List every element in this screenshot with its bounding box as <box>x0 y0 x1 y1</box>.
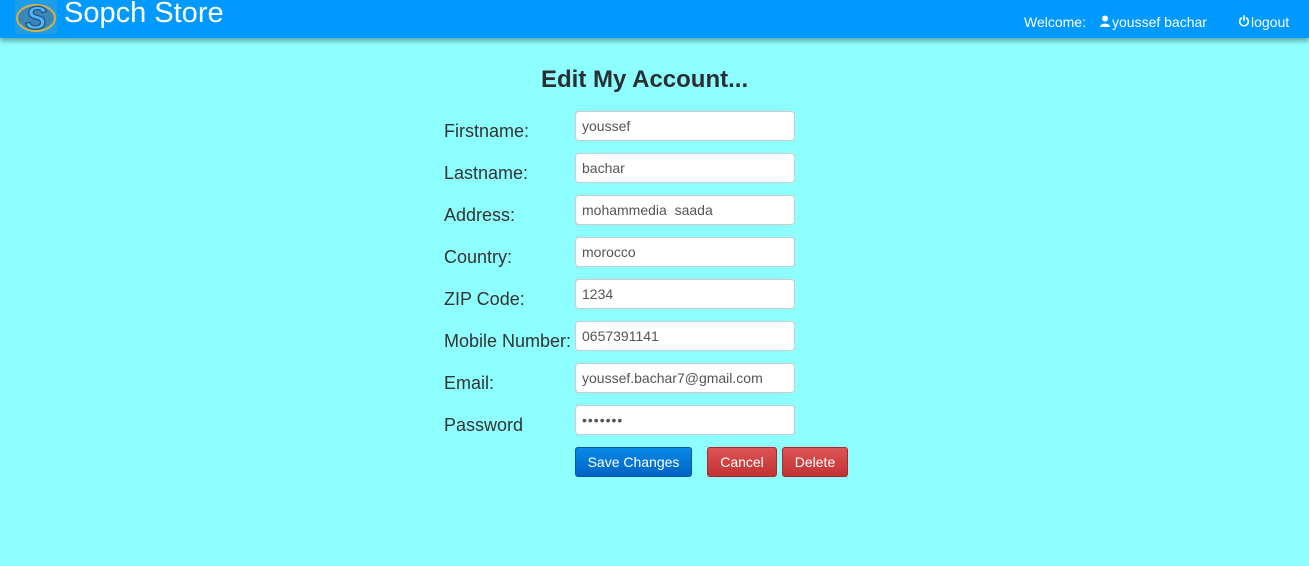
save-changes-button[interactable]: Save Changes <box>575 447 692 477</box>
page-title: Edit My Account... <box>541 66 749 93</box>
address-input[interactable]: mohammedia saada <box>575 195 795 225</box>
zip-code-label: ZIP Code: <box>444 289 525 309</box>
mobile-number-input[interactable]: 0657391141 <box>575 321 795 351</box>
user-profile-link[interactable]: youssef bachar <box>1099 14 1207 30</box>
power-icon <box>1238 14 1251 30</box>
user-icon <box>1099 14 1112 30</box>
sopch-logo-icon[interactable]: S <box>15 0 57 37</box>
email-label: Email: <box>444 373 495 393</box>
address-label: Address: <box>444 205 516 225</box>
top-navbar: S Sopch Store Welcome: youssef bachar lo… <box>0 0 1309 38</box>
user-name: youssef bachar <box>1112 14 1207 30</box>
password-label: Password <box>444 415 524 435</box>
password-input[interactable]: ••••••• <box>575 405 795 435</box>
svg-text:S: S <box>25 0 47 34</box>
firstname-input[interactable]: youssef <box>575 111 795 141</box>
logout-link[interactable]: logout <box>1238 14 1289 30</box>
delete-button[interactable]: Delete <box>782 447 848 477</box>
mobile-number-label: Mobile Number: <box>444 331 572 351</box>
country-input[interactable]: morocco <box>575 237 795 267</box>
brand-title[interactable]: Sopch Store <box>64 0 224 29</box>
email-input[interactable]: youssef.bachar7@gmail.com <box>575 363 795 393</box>
country-label: Country: <box>444 247 513 267</box>
lastname-input[interactable]: bachar <box>575 153 795 183</box>
lastname-label: Lastname: <box>444 163 529 183</box>
cancel-button[interactable]: Cancel <box>707 447 777 477</box>
zip-code-input[interactable]: 1234 <box>575 279 795 309</box>
logout-label: logout <box>1251 14 1290 30</box>
welcome-label: Welcome: <box>1024 14 1086 30</box>
firstname-label: Firstname: <box>444 121 530 141</box>
